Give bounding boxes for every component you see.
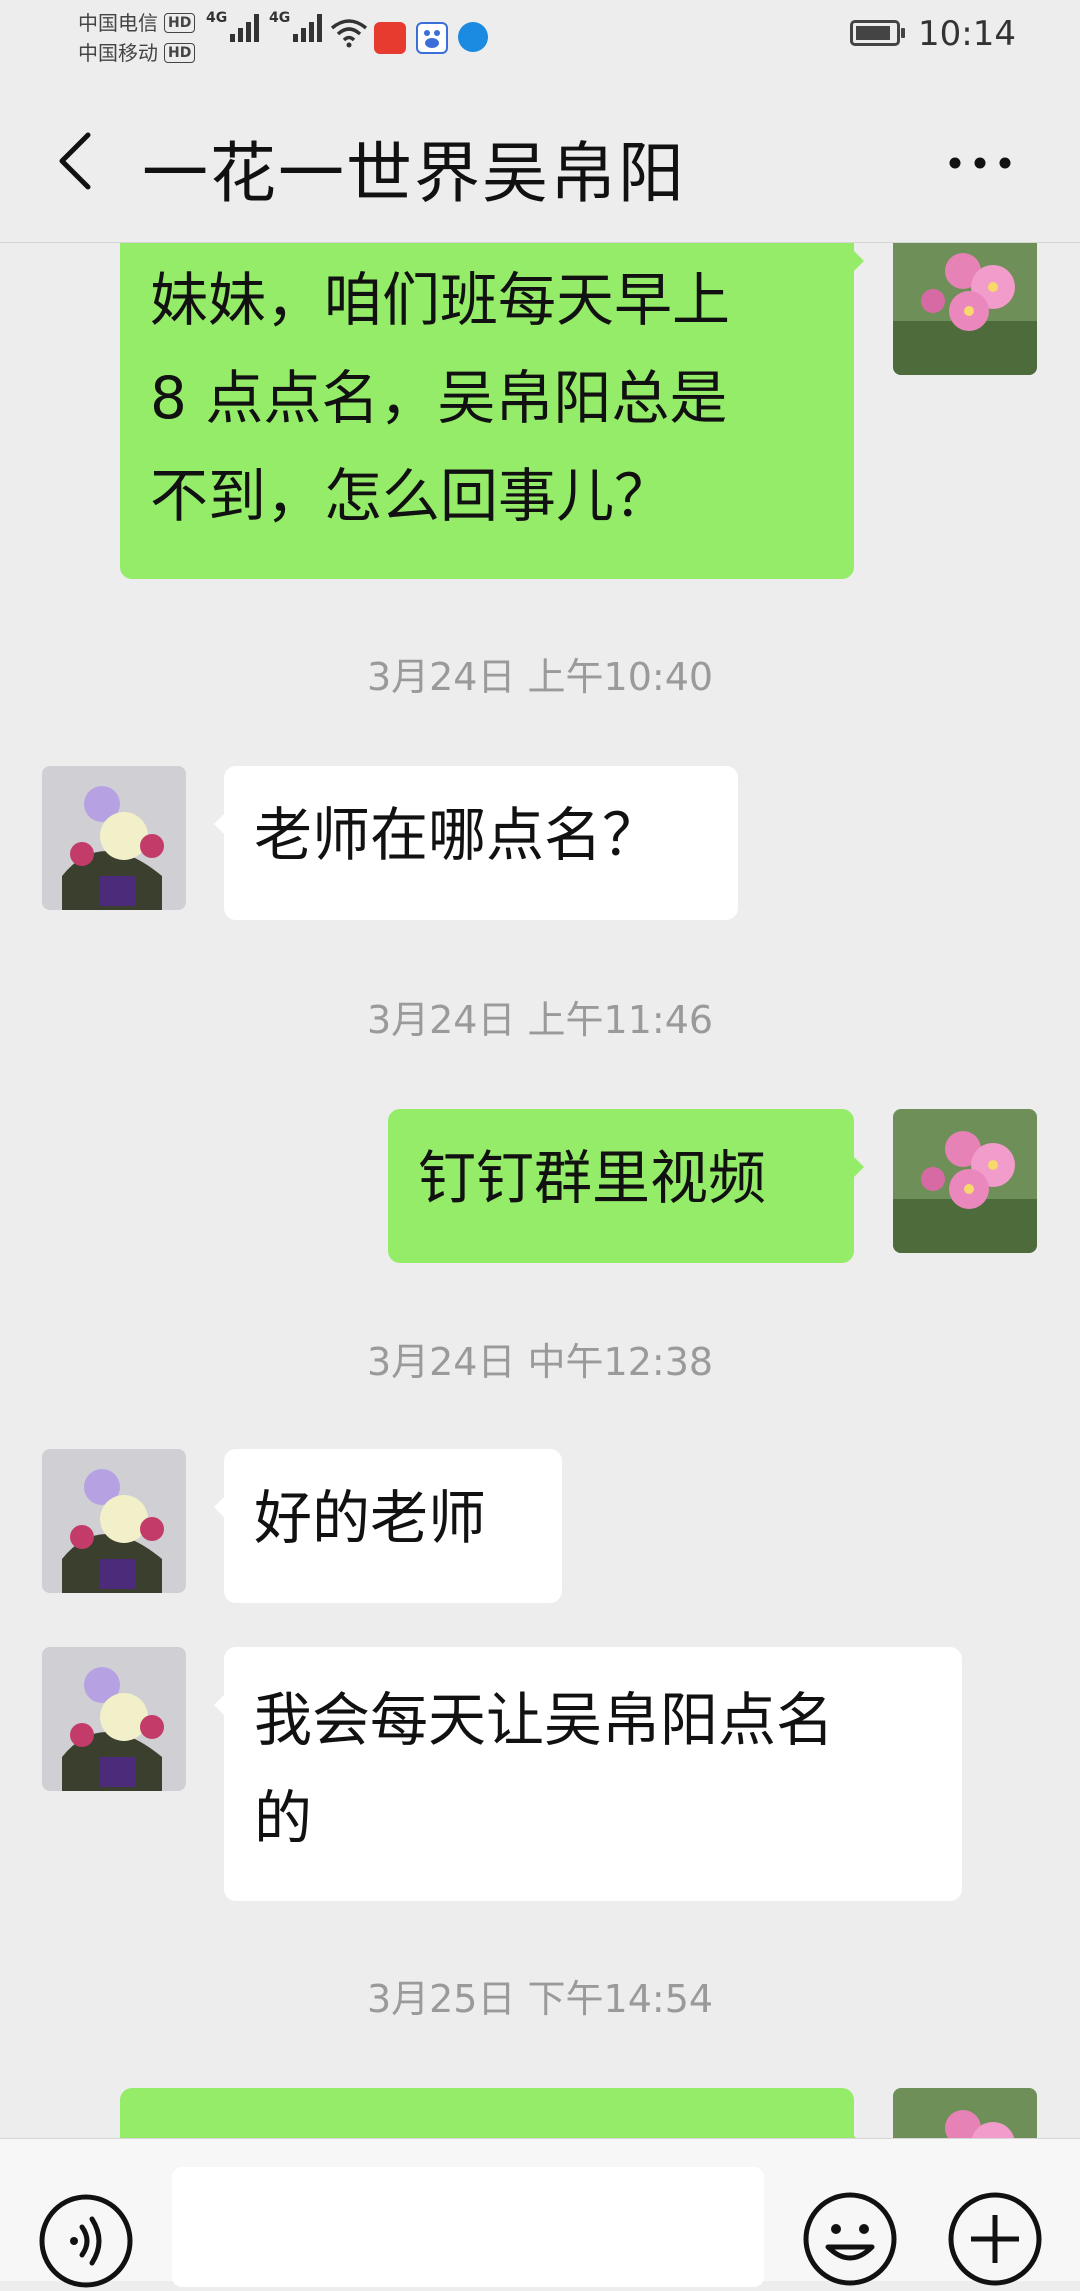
status-time: 10:14 bbox=[918, 14, 1016, 54]
message-line: 的 bbox=[254, 1784, 313, 1852]
chat-area[interactable]: 妹妹，咱们班每天早上 8 点点名，吴帛阳总是 不到，怎么回事儿？ 3月24日 上… bbox=[0, 243, 1080, 2138]
chat-header: 一花一世界吴帛阳 bbox=[0, 76, 1080, 243]
my-avatar[interactable] bbox=[893, 243, 1037, 375]
message-input[interactable] bbox=[172, 2167, 764, 2287]
message-line: 妹妹，咱们班每天早上 bbox=[150, 266, 731, 334]
message-line: 好的老师 bbox=[254, 1484, 487, 1552]
message-bubble-sent[interactable]: 钉钉群里视频 bbox=[388, 1109, 864, 1263]
message-bubble-sent[interactable] bbox=[120, 2088, 864, 2138]
carrier-info: 中国电信 HD 中国移动 HD bbox=[78, 8, 196, 68]
contact-avatar[interactable] bbox=[42, 1647, 186, 1791]
timestamp: 3月24日 上午11:46 bbox=[366, 998, 714, 1042]
hd-badge: HD bbox=[164, 43, 196, 63]
message-bubble-received[interactable]: 好的老师 bbox=[214, 1449, 562, 1603]
more-functions-plus-icon[interactable] bbox=[945, 2189, 1045, 2289]
message-bubble-received[interactable]: 老师在哪点名？ bbox=[214, 766, 738, 920]
voice-input-icon[interactable] bbox=[36, 2191, 136, 2291]
timestamp: 3月24日 中午12:38 bbox=[366, 1340, 714, 1384]
chat-title: 一花一世界吴帛阳 bbox=[142, 135, 686, 212]
back-arrow-icon[interactable] bbox=[50, 131, 110, 191]
toutiao-icon bbox=[374, 22, 406, 54]
signal-icon: 4G bbox=[206, 10, 259, 42]
message-line: 8 点点名，吴帛阳总是 bbox=[150, 364, 728, 432]
timestamp: 3月25日 下午14:54 bbox=[366, 1977, 714, 2021]
signal-group: 4G 4G bbox=[206, 10, 322, 42]
message-bubble-sent[interactable]: 妹妹，咱们班每天早上 8 点点名，吴帛阳总是 不到，怎么回事儿？ bbox=[120, 243, 864, 579]
battery-icon bbox=[850, 20, 905, 46]
my-avatar[interactable] bbox=[893, 1109, 1037, 1253]
wifi-icon bbox=[330, 19, 368, 48]
emoji-icon[interactable] bbox=[800, 2189, 900, 2289]
input-bar bbox=[0, 2138, 1080, 2288]
message-bubble-received[interactable]: 我会每天让吴帛阳点名 的 bbox=[214, 1647, 962, 1901]
contact-avatar[interactable] bbox=[42, 1449, 186, 1593]
carrier-1: 中国电信 bbox=[78, 11, 158, 35]
baidu-icon bbox=[416, 22, 448, 54]
message-line: 我会每天让吴帛阳点名 bbox=[254, 1686, 835, 1754]
message-line: 老师在哪点名？ bbox=[254, 801, 661, 869]
contact-avatar[interactable] bbox=[42, 766, 186, 910]
signal-icon: 4G bbox=[269, 10, 322, 42]
my-avatar[interactable] bbox=[893, 2088, 1037, 2138]
network-type-label: 4G bbox=[206, 10, 228, 26]
status-bar: 中国电信 HD 中国移动 HD 4G 4G 10:14 bbox=[0, 0, 1080, 76]
message-line: 不到，怎么回事儿？ bbox=[150, 462, 673, 530]
timestamp: 3月24日 上午10:40 bbox=[366, 655, 714, 699]
message-line: 钉钉群里视频 bbox=[418, 1144, 767, 1212]
hd-badge: HD bbox=[164, 13, 196, 33]
browser-icon bbox=[458, 22, 488, 52]
network-type-label: 4G bbox=[269, 10, 291, 26]
more-options-icon[interactable] bbox=[945, 151, 1015, 175]
carrier-2: 中国移动 bbox=[78, 41, 158, 65]
